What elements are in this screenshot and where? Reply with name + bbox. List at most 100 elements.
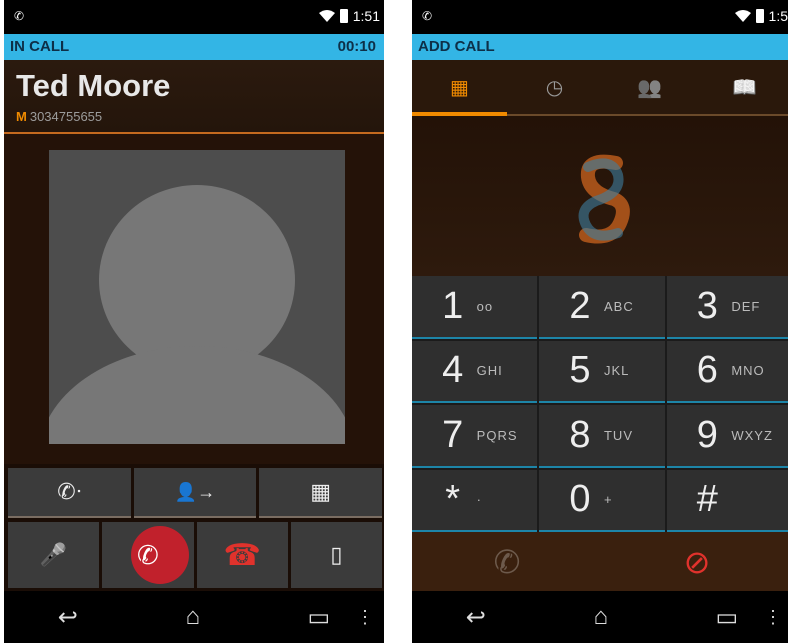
key-digit: *: [445, 478, 461, 521]
clock: 1:5: [768, 8, 788, 24]
key-digit: 7: [442, 413, 464, 456]
hold-icon: ✆ᐧ: [57, 479, 82, 504]
caller-name: Ted Moore: [16, 68, 171, 103]
avatar-body: [49, 346, 345, 444]
clock: 1:51: [352, 8, 380, 24]
key-4[interactable]: 4 GHI: [412, 340, 538, 403]
dialer-logo-area: [412, 116, 788, 276]
key-0[interactable]: 0 +: [539, 469, 665, 532]
call-timer: 00:10: [337, 38, 376, 55]
call-notification-icon: ✆: [14, 9, 25, 23]
cancel-button[interactable]: ⊘: [602, 532, 788, 591]
key-2[interactable]: 2 ABC: [539, 276, 665, 339]
call-icon: ✆: [493, 543, 521, 580]
speaker-button[interactable]: ▯: [290, 522, 382, 588]
speaker-icon: ▯: [330, 542, 343, 567]
battery-icon: [755, 9, 764, 23]
key-3[interactable]: 3 DEF: [666, 276, 788, 339]
phone-type-label: M: [16, 109, 27, 124]
add-call-screen: ✆ 1:5 ADD CALL ▦ ◷ 👥 📖 1 oo 2 ABC 3 DEF: [412, 0, 788, 643]
key-letters: MNO: [731, 363, 765, 379]
home-icon[interactable]: ⌂: [185, 603, 200, 631]
key-letters: +: [603, 492, 613, 508]
key-digit: 6: [696, 349, 718, 392]
cancel-icon: ⊘: [683, 543, 711, 580]
dialpad-tab-icon: ▦: [450, 76, 469, 99]
dialpad-icon: ▦: [310, 479, 332, 504]
mute-button[interactable]: 🎤: [8, 522, 100, 588]
key-digit: 9: [696, 413, 718, 456]
recents-icon[interactable]: ▭: [716, 603, 739, 632]
tab-recent[interactable]: ◷: [507, 60, 602, 114]
call-state-bar: IN CALL 00:10: [4, 34, 384, 60]
hold-button[interactable]: ✆ᐧ: [8, 468, 131, 518]
tab-favorites[interactable]: 📖: [697, 60, 788, 114]
back-icon[interactable]: ↩: [58, 603, 78, 632]
overflow-menu-icon[interactable]: ⋮: [764, 607, 782, 628]
dial-call-button[interactable]: ✆: [412, 532, 602, 591]
in-call-screen: ✆ 1:51 IN CALL 00:10 Ted Moore M 30347556…: [4, 0, 384, 643]
caller-info: Ted Moore M 3034755655: [4, 60, 384, 134]
key-pound[interactable]: #: [666, 469, 788, 532]
dialer-tabs: ▦ ◷ 👥 📖: [412, 60, 788, 116]
key-6[interactable]: 6 MNO: [666, 340, 788, 403]
end-call-button[interactable]: ☎: [196, 522, 288, 588]
dial-actions: ✆ ⊘: [412, 532, 788, 591]
key-letters: ·: [476, 492, 482, 508]
app-logo-icon: [578, 154, 630, 244]
navigation-bar: ↩ ⌂ ▭ ⋮: [412, 591, 788, 643]
battery-icon: [339, 9, 348, 23]
status-bar: ✆ 1:51: [4, 0, 384, 34]
add-call-button[interactable]: 👤→: [133, 468, 257, 518]
dialpad: 1 oo 2 ABC 3 DEF 4 GHI 5 JKL 6 MNO 7 PQRS 8 TUV …: [412, 276, 788, 532]
record-icon: ✆: [136, 539, 159, 570]
contact-photo-area: [4, 134, 384, 464]
key-letters: PQRS: [476, 427, 518, 443]
key-9[interactable]: 9 WXYZ: [666, 405, 788, 468]
call-state-label: IN CALL: [10, 38, 70, 55]
key-digit: #: [696, 478, 718, 521]
key-digit: 1: [442, 284, 464, 327]
favorites-tab-icon: 📖: [732, 76, 757, 99]
caller-number-line: M 3034755655: [16, 109, 102, 124]
key-digit: 2: [569, 284, 591, 327]
key-digit: 3: [696, 284, 718, 327]
overflow-menu-icon[interactable]: ⋮: [356, 607, 374, 628]
wifi-icon: [318, 10, 335, 22]
key-letters: WXYZ: [731, 427, 773, 443]
key-5[interactable]: 5 JKL: [539, 340, 665, 403]
add-call-label: ADD CALL: [418, 38, 495, 55]
key-letters: TUV: [603, 427, 633, 443]
key-digit: 4: [442, 349, 464, 392]
recent-tab-icon: ◷: [545, 76, 564, 99]
key-star[interactable]: * ·: [412, 469, 538, 532]
key-letters: GHI: [476, 363, 503, 379]
add-call-icon: 👤→: [174, 481, 216, 502]
key-digit: 8: [569, 413, 591, 456]
wifi-icon: [734, 10, 751, 22]
tab-contacts[interactable]: 👥: [602, 60, 697, 114]
contacts-tab-icon: 👥: [637, 76, 662, 99]
back-icon[interactable]: ↩: [466, 603, 486, 632]
tab-dialpad[interactable]: ▦: [412, 60, 507, 116]
caller-number: 3034755655: [29, 109, 103, 124]
add-call-bar[interactable]: ADD CALL: [412, 34, 788, 60]
call-notification-icon: ✆: [422, 9, 433, 23]
key-letters: DEF: [731, 298, 761, 314]
key-8[interactable]: 8 TUV: [539, 405, 665, 468]
mute-icon: 🎤: [39, 542, 68, 567]
key-7[interactable]: 7 PQRS: [412, 405, 538, 468]
key-letters: JKL: [603, 363, 630, 379]
recents-icon[interactable]: ▭: [308, 603, 331, 632]
call-controls-row1: ✆ᐧ 👤→ ▦: [8, 468, 383, 518]
key-digit: 0: [569, 478, 591, 521]
contact-photo-placeholder: [49, 150, 345, 444]
navigation-bar: ↩ ⌂ ▭ ⋮: [4, 591, 384, 643]
home-icon[interactable]: ⌂: [593, 603, 608, 631]
key-letters: ABC: [603, 298, 634, 314]
record-button[interactable]: ✆: [102, 522, 194, 588]
call-controls-row2: 🎤 ✆ ☎ ▯: [8, 522, 382, 588]
dialpad-button[interactable]: ▦: [259, 468, 383, 518]
key-digit: 5: [569, 349, 591, 392]
key-1[interactable]: 1 oo: [412, 276, 538, 339]
